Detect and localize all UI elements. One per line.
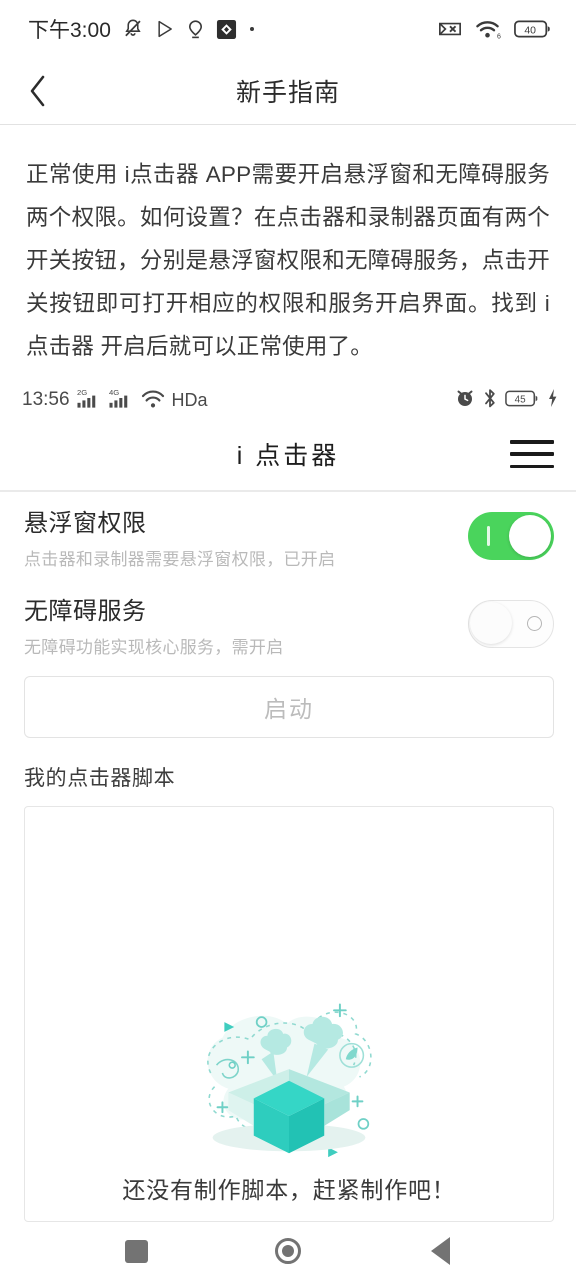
hamburger-line [510, 464, 554, 468]
svg-text:6: 6 [497, 33, 501, 39]
toggle-off-mark [527, 616, 542, 631]
wifi-icon [141, 388, 165, 409]
square-recents-icon [124, 1239, 148, 1263]
embedded-app-screenshot: 13:56 2G 4G HDa 45 i 点击器 悬浮窗权限 点击器和录制器需要… [0, 378, 576, 1222]
embedded-app-bar: i 点击器 [0, 418, 576, 490]
embedded-battery-level-text: 45 [515, 394, 527, 405]
overlay-permission-toggle[interactable] [468, 512, 554, 560]
triangle-back-icon [430, 1237, 450, 1265]
page-header: 新手指南 [0, 58, 576, 124]
status-bar-left: 下午3:00 [28, 14, 256, 44]
wifi-icon: 6 [475, 19, 501, 40]
svg-text:2G: 2G [77, 388, 87, 397]
script-list-card: 还没有制作脚本，赶紧制作吧！ [24, 806, 554, 1222]
circle-home-icon [275, 1238, 301, 1264]
guide-description: 正常使用 i点击器 APP需要开启悬浮窗和无障碍服务两个权限。如何设置？在点击器… [26, 162, 550, 359]
alarm-icon [455, 388, 475, 408]
accessibility-permission-toggle[interactable] [468, 600, 554, 648]
phone-screen: 下午3:00 6 40 新手指南 正常使用 i点击器 APP需要开启悬浮窗和无障… [0, 0, 576, 1280]
open-gift-box-illustration [207, 1003, 372, 1158]
toggle-on-mark [487, 526, 490, 546]
play-store-icon [155, 19, 175, 39]
back-nav-button[interactable] [412, 1227, 468, 1275]
back-button[interactable] [14, 67, 62, 115]
system-status-bar: 下午3:00 6 40 [0, 0, 576, 58]
signal-2g-icon: 2G [77, 387, 102, 409]
permission-title: 无障碍服务 [24, 597, 147, 625]
permission-texts: 悬浮窗权限 点击器和录制器需要悬浮窗权限，已开启 [24, 503, 335, 570]
permission-subtitle: 点击器和录制器需要悬浮窗权限，已开启 [24, 549, 336, 569]
permission-row-accessibility[interactable]: 无障碍服务 无障碍功能实现核心服务，需开启 [0, 580, 576, 668]
hamburger-line [510, 440, 554, 444]
toggle-knob [509, 515, 551, 557]
battery-icon: 45 [505, 389, 539, 408]
empty-state-text: 还没有制作脚本，赶紧制作吧！ [122, 1177, 456, 1203]
chevron-left-icon [27, 74, 49, 108]
script-section-label: 我的点击器脚本 [24, 767, 176, 790]
charging-bolt-icon [547, 388, 558, 408]
embedded-status-right: 45 [455, 388, 558, 409]
embedded-clock: 13:56 [22, 389, 70, 410]
battery-level-text: 40 [524, 25, 536, 36]
embedded-status-bar: 13:56 2G 4G HDa 45 [0, 378, 576, 418]
bluetooth-icon [483, 388, 497, 409]
status-bar-clock: 下午3:00 [28, 19, 111, 42]
dot-icon [248, 25, 256, 33]
location-pin-icon [186, 19, 205, 40]
app-badge-icon [216, 19, 237, 40]
permission-texts: 无障碍服务 无障碍功能实现核心服务，需开启 [24, 591, 284, 658]
recents-button[interactable] [108, 1227, 164, 1275]
svg-text:4G: 4G [109, 388, 119, 397]
android-nav-bar [0, 1222, 576, 1280]
home-button[interactable] [260, 1227, 316, 1275]
circle-decor [357, 1118, 370, 1130]
embedded-status-left: 13:56 2G 4G HDa [22, 387, 208, 409]
hamburger-menu-icon[interactable] [510, 436, 554, 472]
app-title: i 点击器 [236, 442, 340, 470]
toggle-knob [470, 602, 512, 644]
start-button[interactable]: 启动 [24, 676, 554, 738]
permission-title: 悬浮窗权限 [24, 509, 147, 537]
permission-row-overlay[interactable]: 悬浮窗权限 点击器和录制器需要悬浮窗权限，已开启 [0, 492, 576, 580]
bell-mute-icon [122, 18, 144, 40]
start-button-container: 启动 [0, 668, 576, 738]
hamburger-line [510, 452, 554, 456]
permission-subtitle: 无障碍功能实现核心服务，需开启 [24, 637, 284, 657]
hd-label: HDa [171, 390, 208, 410]
page-title: 新手指南 [235, 79, 340, 107]
no-sim-icon [438, 19, 462, 39]
signal-4g-icon: 4G [109, 387, 134, 409]
status-bar-right: 6 40 [438, 19, 552, 40]
battery-icon: 40 [514, 19, 552, 39]
